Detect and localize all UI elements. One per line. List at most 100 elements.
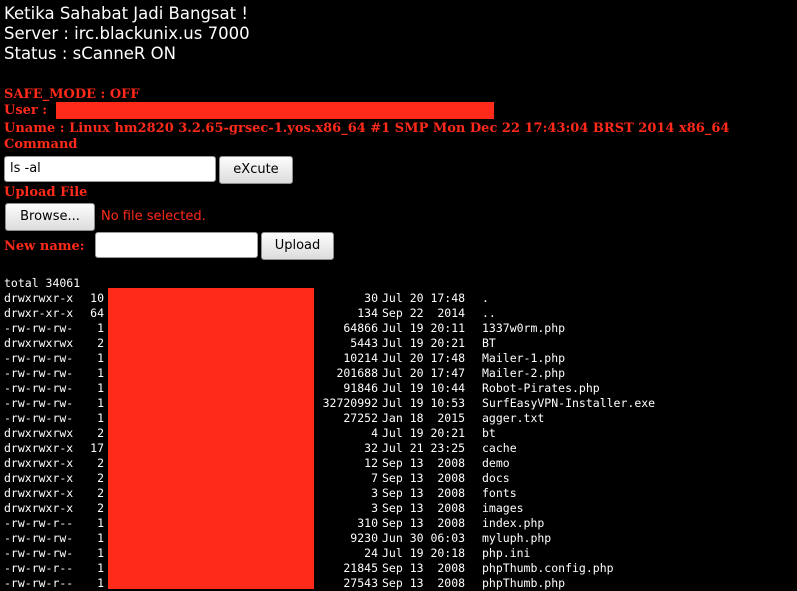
- table-row: -rw-rw-rw- 1 64866 Jul 19 20:11 1337w0rm.php: [4, 321, 565, 336]
- file-date: Jul 19 20:11: [382, 321, 466, 335]
- upload-button[interactable]: Upload: [261, 232, 334, 260]
- table-row: drwxrwxrwx 2 4 Jul 19 20:21 bt: [4, 426, 496, 441]
- file-size: 201688: [336, 366, 378, 380]
- file-link-count: 10: [90, 291, 104, 305]
- no-file-status: No file selected.: [101, 209, 206, 224]
- file-date: Sep 13 2008: [382, 471, 466, 485]
- file-size: 27252: [343, 411, 378, 425]
- file-date: Jun 30 06:03: [382, 531, 466, 545]
- file-name: php.ini: [482, 546, 531, 560]
- safe-mode-status: SAFE_MODE : OFF: [4, 87, 140, 102]
- status-info: Status : sCanneR ON: [4, 44, 176, 63]
- file-permissions: -rw-rw-rw-: [4, 366, 74, 380]
- file-permissions: -rw-rw-rw-: [4, 321, 74, 335]
- file-link-count: 1: [97, 351, 104, 365]
- uname-info: Uname : Linux hm2820 3.2.65-grsec-1.yos.…: [4, 121, 730, 136]
- file-permissions: drwxr-xr-x: [4, 306, 74, 320]
- file-permissions: -rw-rw-rw-: [4, 531, 74, 545]
- file-permissions: drwxrwxrwx: [4, 336, 74, 350]
- file-date: Jan 18 2015: [382, 411, 466, 425]
- file-permissions: drwxrwxr-x: [4, 486, 74, 500]
- file-link-count: 2: [97, 336, 104, 350]
- file-link-count: 1: [97, 396, 104, 410]
- file-link-count: 1: [97, 546, 104, 560]
- file-name: SurfEasyVPN-Installer.exe: [482, 396, 656, 410]
- file-date: Sep 13 2008: [382, 501, 466, 515]
- file-size: 134: [357, 306, 378, 320]
- owner-redaction-bar: [108, 288, 314, 589]
- file-size: 9230: [350, 531, 378, 545]
- file-permissions: -rw-rw-r--: [4, 516, 74, 530]
- file-date: Sep 22 2014: [382, 306, 466, 320]
- user-redaction-bar: [56, 102, 494, 119]
- file-link-count: 2: [97, 471, 104, 485]
- file-permissions: -rw-rw-rw-: [4, 396, 74, 410]
- file-permissions: drwxrwxr-x: [4, 471, 74, 485]
- file-name: bt: [482, 426, 496, 440]
- table-row: -rw-rw-rw- 1 27252 Jan 18 2015 agger.txt: [4, 411, 544, 426]
- new-name-input[interactable]: [95, 232, 258, 258]
- file-name: .: [482, 291, 489, 305]
- file-name: fonts: [482, 486, 517, 500]
- file-name: cache: [482, 441, 517, 455]
- file-link-count: 2: [97, 501, 104, 515]
- file-name: phpThumb.config.php: [482, 561, 614, 575]
- table-row: -rw-rw-r-- 1 310 Sep 13 2008 index.php: [4, 516, 544, 531]
- file-date: Jul 20 17:48: [382, 351, 466, 365]
- table-row: drwxrwxr-x 2 7 Sep 13 2008 docs: [4, 471, 510, 486]
- execute-button[interactable]: eXcute: [219, 156, 293, 184]
- table-row: -rw-rw-rw- 1 9230 Jun 30 06:03 myluph.php: [4, 531, 551, 546]
- table-row: -rw-rw-rw- 1 32720992 Jul 19 10:53 SurfEasyV…: [4, 396, 655, 411]
- file-permissions: -rw-rw-rw-: [4, 381, 74, 395]
- file-size: 21845: [343, 561, 378, 575]
- file-name: Mailer-2.php: [482, 366, 566, 380]
- shell-title: Ketika Sahabat Jadi Bangsat !: [4, 4, 248, 23]
- file-name: docs: [482, 471, 510, 485]
- file-permissions: -rw-rw-rw-: [4, 546, 74, 560]
- file-link-count: 1: [97, 411, 104, 425]
- file-link-count: 1: [97, 561, 104, 575]
- file-link-count: 2: [97, 426, 104, 440]
- file-link-count: 1: [97, 381, 104, 395]
- file-size: 3: [371, 501, 378, 515]
- table-row: drwxrwxrwx 2 5443 Jul 19 20:21 BT: [4, 336, 496, 351]
- file-link-count: 2: [97, 456, 104, 470]
- file-link-count: 2: [97, 486, 104, 500]
- browse-button[interactable]: Browse...: [5, 203, 95, 231]
- file-date: Sep 13 2008: [382, 486, 466, 500]
- file-size: 310: [357, 516, 378, 530]
- file-permissions: drwxrwxr-x: [4, 441, 74, 455]
- table-row: drwxrwxr-x 2 12 Sep 13 2008 demo: [4, 456, 510, 471]
- table-row: -rw-rw-rw- 1 201688 Jul 20 17:47 Mailer-2.ph…: [4, 366, 565, 381]
- command-input[interactable]: ls -al: [4, 156, 216, 182]
- file-date: Sep 13 2008: [382, 516, 466, 530]
- file-size: 4: [371, 426, 378, 440]
- file-permissions: -rw-rw-r--: [4, 561, 74, 575]
- file-permissions: drwxrwxr-x: [4, 501, 74, 515]
- file-date: Jul 19 10:53: [382, 396, 466, 410]
- file-size: 5443: [350, 336, 378, 350]
- user-label: User :: [4, 103, 48, 118]
- file-size: 64866: [343, 321, 378, 335]
- file-link-count: 17: [90, 441, 104, 455]
- file-date: Jul 19 20:21: [382, 426, 466, 440]
- file-date: Jul 20 17:47: [382, 366, 466, 380]
- file-name: BT: [482, 336, 496, 350]
- table-row: -rw-rw-r-- 1 21845 Sep 13 2008 phpThumb.conf…: [4, 561, 614, 576]
- file-name: demo: [482, 456, 510, 470]
- file-name: agger.txt: [482, 411, 545, 425]
- listing-total: total 34061: [4, 276, 81, 290]
- file-permissions: -rw-rw-rw-: [4, 411, 74, 425]
- file-size: 3: [371, 486, 378, 500]
- file-date: Jul 20 17:48: [382, 291, 466, 305]
- file-name: index.php: [482, 516, 545, 530]
- file-size: 10214: [343, 351, 378, 365]
- file-link-count: 1: [97, 516, 104, 530]
- file-permissions: -rw-rw-rw-: [4, 351, 74, 365]
- file-name: Robot-Pirates.php: [482, 381, 600, 395]
- file-date: Sep 13 2008: [382, 456, 466, 470]
- table-row: drwxrwxr-x 2 3 Sep 13 2008 fonts: [4, 486, 517, 501]
- file-date: Jul 19 20:18: [382, 546, 466, 560]
- table-row: -rw-rw-rw- 1 91846 Jul 19 10:44 Robot-Pirate…: [4, 381, 600, 396]
- file-name: myluph.php: [482, 531, 552, 545]
